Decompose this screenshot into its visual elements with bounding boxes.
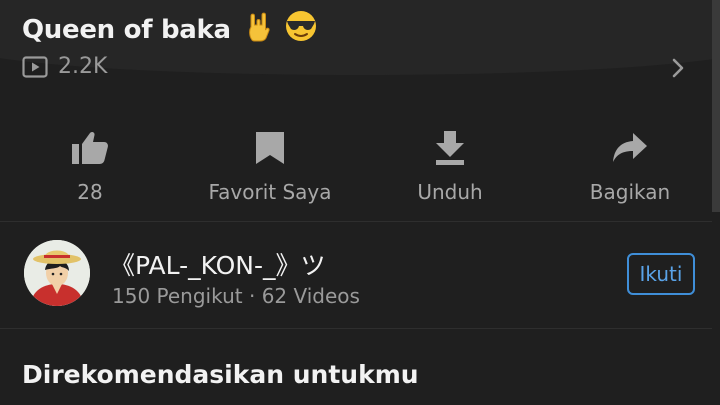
like-button[interactable]: 28 [0,128,180,204]
video-title-row: Queen of baka [22,10,318,45]
share-button[interactable]: Bagikan [540,128,720,204]
stats-separator: · [248,284,256,308]
favorite-button[interactable]: Favorit Saya [180,128,360,204]
like-count: 28 [77,180,103,204]
download-icon [430,128,470,168]
download-button[interactable]: Unduh [360,128,540,204]
channel-name[interactable]: 《PAL-_KON-_》ツ [110,246,326,282]
thumbs-up-icon [70,128,110,168]
recommended-heading: Direkomendasikan untukmu [22,360,419,389]
divider [0,328,712,329]
download-label: Unduh [417,180,483,204]
share-icon [610,128,650,168]
favorite-label: Favorit Saya [208,180,332,204]
action-bar: 28 Favorit Saya Unduh Bagikan [0,128,720,218]
emoji-sunglasses-icon [280,11,318,45]
view-count-row: 2.2K [22,54,107,79]
follower-count: 150 Pengikut [112,284,243,308]
channel-avatar[interactable] [24,240,90,306]
video-detail-screen: Queen of baka 2.2K 28 Favorit Saya Unduh… [0,0,720,405]
video-count: 62 Videos [261,284,360,308]
play-box-icon [22,55,48,78]
chevron-right-icon[interactable] [665,54,691,82]
bookmark-icon [250,128,290,168]
channel-stats: 150 Pengikut · 62 Videos [112,284,360,308]
share-label: Bagikan [589,180,671,204]
channel-row[interactable]: 《PAL-_KON-_》ツ 150 Pengikut · 62 Videos I… [0,222,720,327]
emoji-rock-icon [240,12,281,45]
follow-button[interactable]: Ikuti [627,253,695,295]
video-title: Queen of baka [22,15,231,45]
view-count: 2.2K [58,54,108,79]
